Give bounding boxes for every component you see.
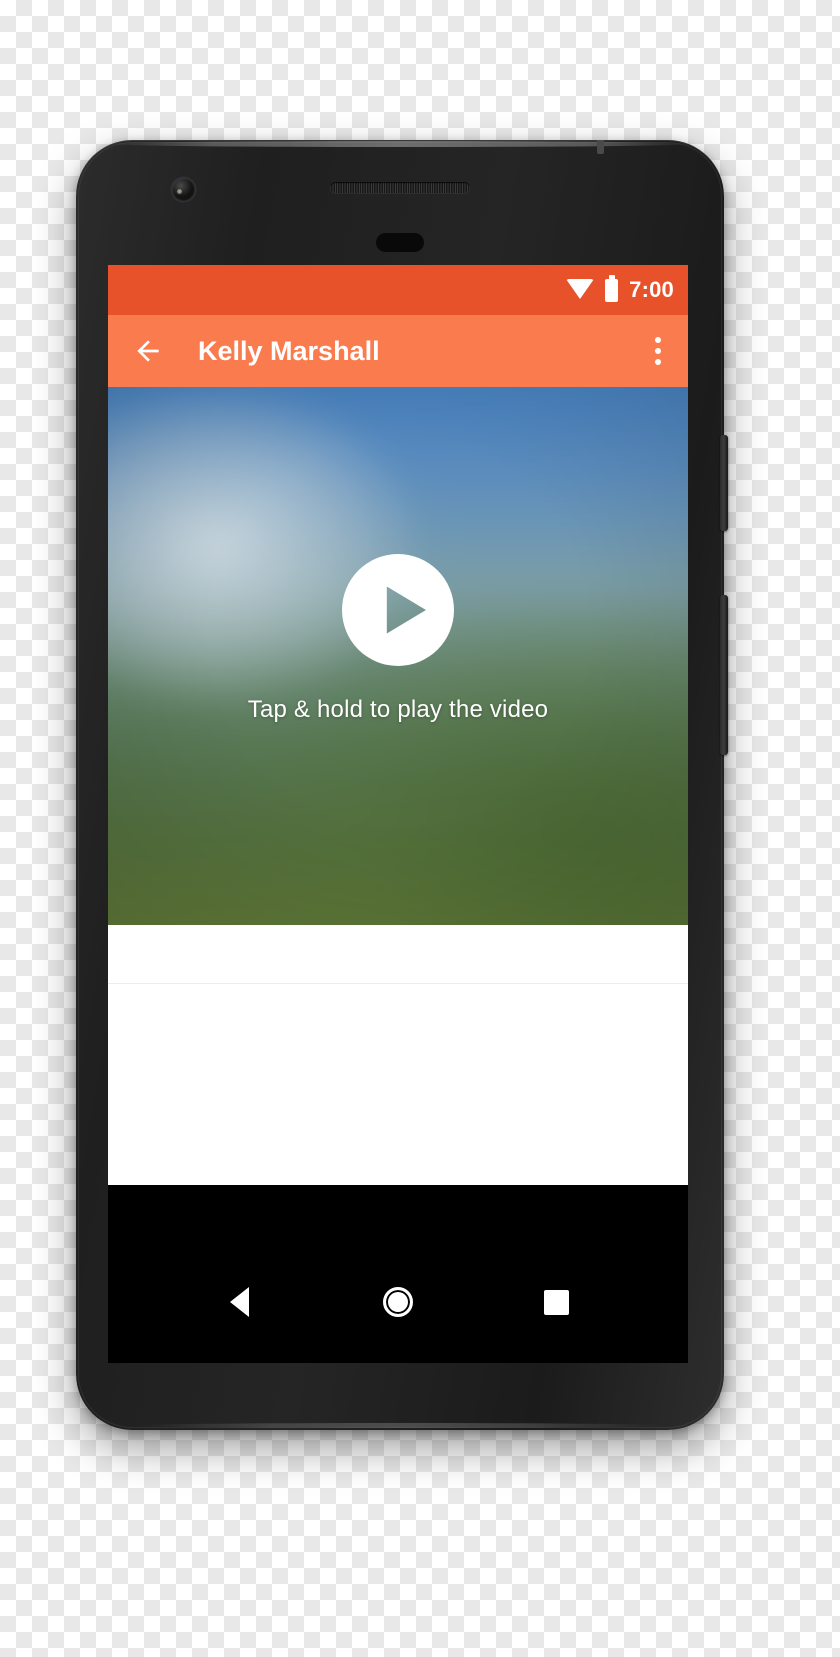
phone-top-rim — [106, 141, 694, 147]
menu-dot — [655, 337, 661, 343]
video-overlay: Tap & hold to play the video — [108, 387, 688, 925]
screenshot-stage: 7:00 Kelly Marshall Tap & hold to play t… — [0, 0, 840, 1657]
proximity-sensor-icon — [376, 233, 424, 252]
menu-dot — [655, 359, 661, 365]
android-nav-bar — [108, 1241, 688, 1363]
video-thumbnail[interactable]: Tap & hold to play the video — [108, 387, 688, 925]
power-button[interactable] — [720, 435, 728, 531]
nav-recents-square-icon — [544, 1289, 570, 1315]
content-divider — [108, 983, 688, 984]
earpiece-speaker-icon — [330, 182, 470, 193]
back-arrow-icon — [137, 340, 159, 362]
antenna-band — [597, 140, 604, 154]
nav-home-circle-icon — [382, 1287, 413, 1317]
nav-recents-button[interactable] — [526, 1271, 588, 1333]
menu-dot — [655, 348, 661, 354]
nav-back-triangle-icon — [229, 1287, 249, 1317]
phone-bottom-rim — [136, 1423, 664, 1428]
back-button[interactable] — [128, 331, 168, 371]
app-bar: Kelly Marshall — [108, 315, 688, 387]
phone-screen: 7:00 Kelly Marshall Tap & hold to play t… — [108, 265, 688, 1363]
phone-device-frame: 7:00 Kelly Marshall Tap & hold to play t… — [76, 140, 728, 1430]
status-bar-clock: 7:00 — [629, 277, 674, 302]
wifi-icon — [566, 279, 595, 299]
status-bar: 7:00 — [108, 265, 688, 315]
content-area — [108, 925, 688, 1185]
battery-full-icon — [605, 278, 619, 302]
volume-button[interactable] — [720, 595, 728, 755]
front-camera-icon — [172, 178, 195, 201]
more-vert-icon[interactable] — [638, 327, 678, 375]
page-title: Kelly Marshall — [198, 335, 380, 366]
nav-home-button[interactable] — [367, 1271, 429, 1333]
nav-back-button[interactable] — [208, 1271, 270, 1333]
play-circle-icon[interactable] — [342, 554, 454, 666]
status-bar-icons: 7:00 — [566, 277, 674, 302]
video-caption: Tap & hold to play the video — [247, 696, 549, 723]
